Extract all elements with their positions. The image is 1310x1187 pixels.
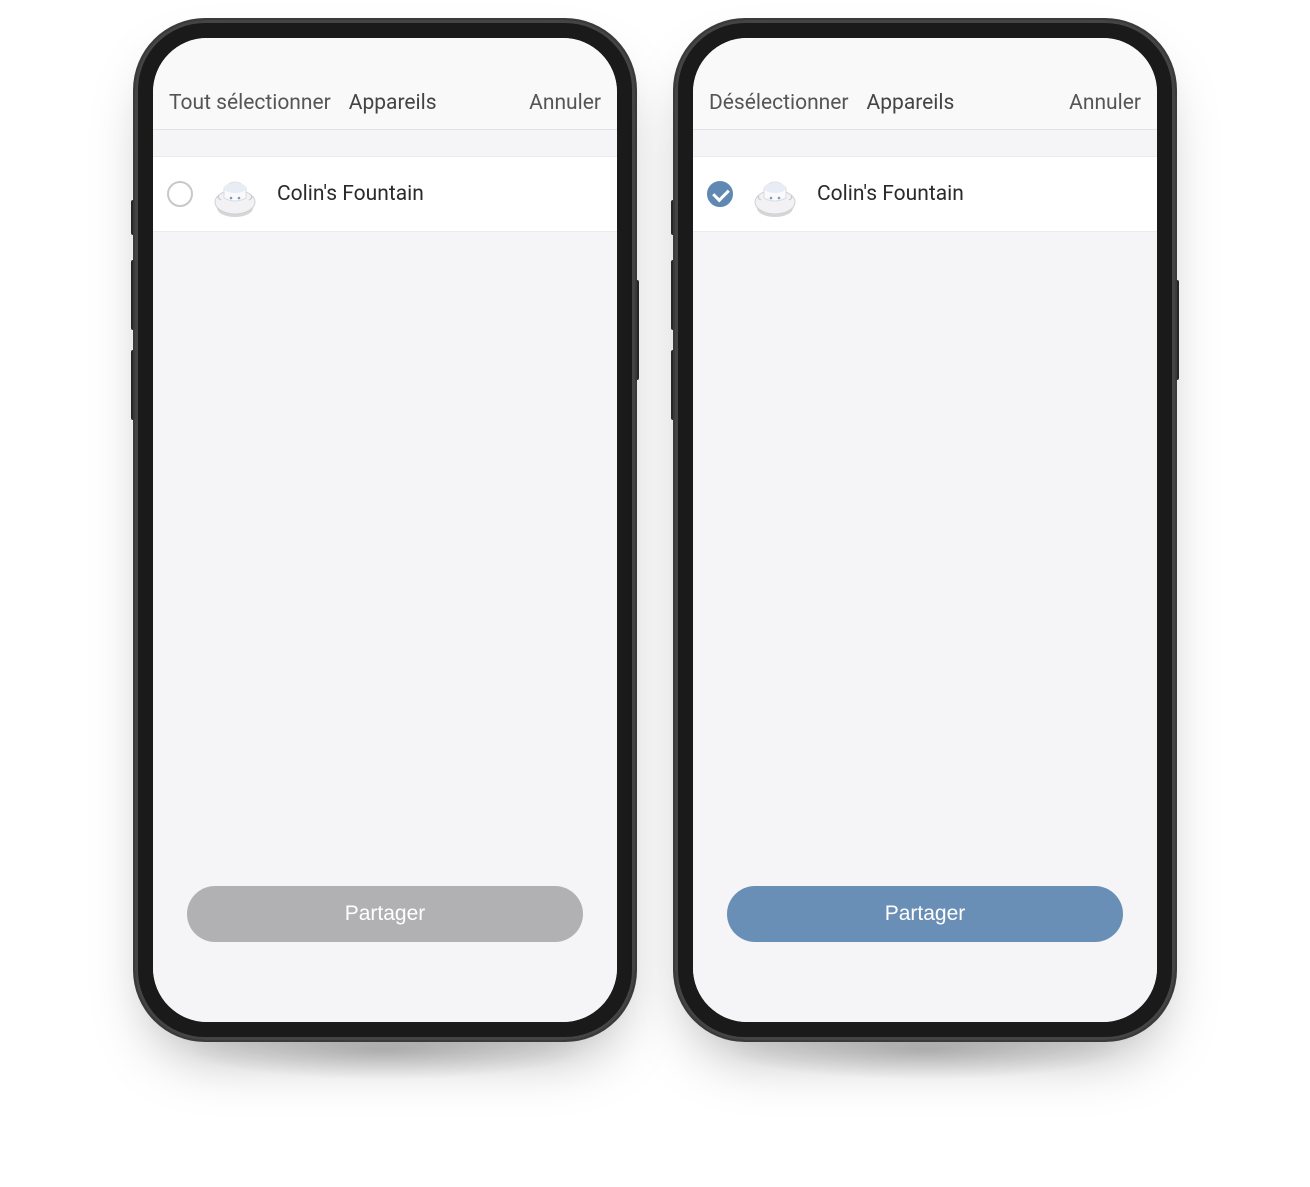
nav-left-group: Désélectionner Appareils bbox=[709, 91, 954, 115]
phone-frame: Désélectionner Appareils Annuler bbox=[675, 20, 1175, 1040]
device-checkbox[interactable] bbox=[167, 181, 193, 207]
device-name-label: Colin's Fountain bbox=[277, 182, 424, 206]
cancel-button[interactable]: Annuler bbox=[529, 91, 601, 115]
device-list-item[interactable]: Colin's Fountain bbox=[153, 156, 617, 232]
phone-mockup-right: Désélectionner Appareils Annuler bbox=[675, 20, 1175, 1040]
share-button[interactable]: Partager bbox=[727, 886, 1123, 942]
deselect-all-button[interactable]: Désélectionner bbox=[709, 91, 849, 115]
cancel-button[interactable]: Annuler bbox=[1069, 91, 1141, 115]
nav-left-group: Tout sélectionner Appareils bbox=[169, 91, 437, 115]
fountain-icon bbox=[749, 168, 801, 220]
page-title: Appareils bbox=[349, 91, 437, 115]
empty-content-area bbox=[153, 232, 617, 886]
fountain-icon bbox=[209, 168, 261, 220]
section-spacer bbox=[153, 130, 617, 156]
share-button[interactable]: Partager bbox=[187, 886, 583, 942]
page-title: Appareils bbox=[867, 91, 955, 115]
select-all-button[interactable]: Tout sélectionner bbox=[169, 91, 331, 115]
footer-area: Partager bbox=[693, 886, 1157, 1022]
empty-content-area bbox=[693, 232, 1157, 886]
footer-area: Partager bbox=[153, 886, 617, 1022]
phone-frame: Tout sélectionner Appareils Annuler bbox=[135, 20, 635, 1040]
phone-screen: Désélectionner Appareils Annuler bbox=[693, 38, 1157, 1022]
navigation-bar: Tout sélectionner Appareils Annuler bbox=[153, 38, 617, 130]
phone-mockup-left: Tout sélectionner Appareils Annuler bbox=[135, 20, 635, 1040]
device-name-label: Colin's Fountain bbox=[817, 182, 964, 206]
navigation-bar: Désélectionner Appareils Annuler bbox=[693, 38, 1157, 130]
device-checkbox[interactable] bbox=[707, 181, 733, 207]
device-list-item[interactable]: Colin's Fountain bbox=[693, 156, 1157, 232]
phone-screen: Tout sélectionner Appareils Annuler bbox=[153, 38, 617, 1022]
section-spacer bbox=[693, 130, 1157, 156]
